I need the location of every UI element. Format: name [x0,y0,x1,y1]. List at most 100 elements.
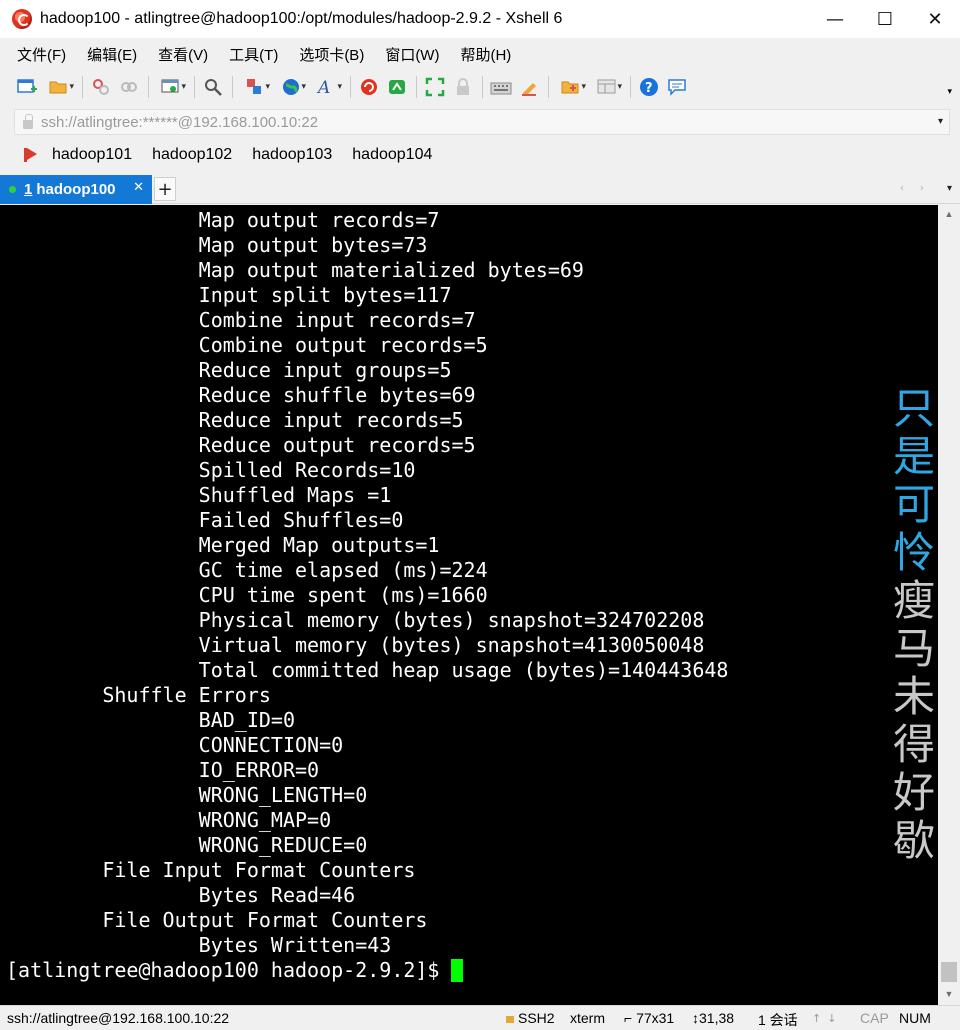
terminal-line: CPU time spent (ms)=1660 [6,583,488,607]
status-bar: ssh://atlingtree@192.168.100.10:22 SSH2 … [0,1005,960,1030]
terminal[interactable]: Map output records=7 Map output bytes=73… [0,205,938,1005]
watermark-char: 怜 [892,528,935,577]
status-size: ⌐ 77x31 [624,1010,675,1026]
cursor-position-icon: ↕ [692,1010,699,1026]
new-session-icon[interactable] [16,76,38,98]
terminal-line: Physical memory (bytes) snapshot=3247022… [6,608,705,632]
disconnect-icon[interactable] [90,76,112,98]
xftp-icon[interactable] [386,76,408,98]
address-dropdown-icon[interactable]: ▾ [938,116,943,127]
terminal-line: Reduce input records=5 [6,408,464,432]
new-tab-button[interactable]: + [154,177,176,201]
terminal-line: GC time elapsed (ms)=224 [6,558,488,582]
watermark-char: 未 [892,672,935,721]
tab-list-dropdown-icon[interactable]: ▾ [947,183,952,194]
terminal-line: Reduce output records=5 [6,433,476,457]
toolbar-overflow-icon[interactable]: ▾ [947,86,952,97]
quick-connect-hadoop104[interactable]: hadoop104 [352,146,432,164]
menu-file[interactable]: 文件(F) [14,42,69,67]
lock-icon[interactable] [452,76,474,98]
terminal-line: Bytes Written=43 [6,933,392,957]
tab-scroll-arrows[interactable]: ‹ › [900,181,930,194]
terminal-output: Map output records=7 Map output bytes=73… [6,208,728,983]
toolbar: A ? ▾ [0,70,960,104]
maximize-button[interactable]: ☐ [860,0,910,38]
terminal-line: File Output Format Counters [6,908,428,932]
layout-icon[interactable] [592,76,622,98]
highlighter-icon[interactable] [518,76,540,98]
terminal-line: IO_ERROR=0 [6,758,320,782]
scrollbar-thumb[interactable] [941,962,957,982]
globe-icon[interactable] [276,76,306,98]
watermark-char: 歇 [892,816,935,865]
lock-icon [23,113,33,129]
session-nav-arrows[interactable]: ↑↓ [812,1012,842,1025]
shell-prompt: [atlingtree@hadoop100 hadoop-2.9.2]$ [6,958,440,982]
menu-help[interactable]: 帮助(H) [457,42,514,67]
prompt-line: [atlingtree@hadoop100 hadoop-2.9.2]$ [6,958,728,983]
terminal-line: CONNECTION=0 [6,733,344,757]
terminal-line: Merged Map outputs=1 [6,533,440,557]
scroll-up-icon[interactable]: ▲ [938,205,960,223]
terminal-line: Input split bytes=117 [6,283,452,307]
toolbar-separator [148,76,149,98]
vertical-scrollbar[interactable]: ▲ ▼ [938,205,960,1005]
address-input[interactable] [41,113,921,131]
watermark-blue-text: 只是可怜 [890,385,938,577]
resize-icon: ⌐ [624,1010,633,1026]
toolbar-separator [194,76,195,98]
status-position: ↕31,38 [692,1010,735,1026]
close-tab-icon[interactable]: ✕ [133,180,144,195]
close-button[interactable]: ✕ [910,0,960,38]
quick-connect-hadoop102[interactable]: hadoop102 [152,146,232,164]
status-num: NUM [899,1010,931,1026]
quick-connect-hadoop101[interactable]: hadoop101 [52,146,132,164]
font-icon[interactable]: A [312,76,342,98]
toolbar-separator [482,76,483,98]
properties-icon[interactable] [156,76,186,98]
terminal-line: Reduce shuffle bytes=69 [6,383,476,407]
reconnect-icon[interactable] [118,76,140,98]
quick-connect-hadoop103[interactable]: hadoop103 [252,146,332,164]
watermark-char: 得 [892,720,935,769]
help-icon[interactable]: ? [638,76,660,98]
menu-tab[interactable]: 选项卡(B) [296,42,367,67]
quick-connect-bar: hadoop101 hadoop102 hadoop103 hadoop104 [0,140,960,170]
terminal-line: Map output bytes=73 [6,233,428,257]
watermark: 只是可怜 瘦马未得好歇 [890,385,938,865]
toolbar-separator [548,76,549,98]
xshell-app-icon [12,9,32,29]
keyboard-icon[interactable] [490,76,512,98]
tab-hadoop100[interactable]: 1 hadoop100 ✕ [0,175,152,204]
scroll-down-icon[interactable]: ▼ [938,985,960,1003]
status-connection: ssh://atlingtree@192.168.100.10:22 [7,1010,230,1026]
fullscreen-icon[interactable] [424,76,446,98]
terminal-line: Bytes Read=46 [6,883,356,907]
menu-view[interactable]: 查看(V) [155,42,211,67]
terminal-line: Total committed heap usage (bytes)=14044… [6,658,729,682]
new-tab-folder-icon[interactable] [556,76,586,98]
minimize-button[interactable]: — [810,0,860,38]
find-icon[interactable] [202,76,224,98]
menu-edit[interactable]: 编辑(E) [84,42,140,67]
chat-icon[interactable] [666,76,688,98]
tab-label: 1 hadoop100 [24,181,116,198]
tab-bar: 1 hadoop100 ✕ + ‹ › ▾ [0,175,960,204]
bookmark-icon [22,147,38,163]
address-bar: ▾ [14,109,950,135]
terminal-line: Map output records=7 [6,208,440,232]
terminal-line: Combine output records=5 [6,333,488,357]
toolbar-separator [416,76,417,98]
connected-status-icon [9,186,16,193]
toolbar-separator [630,76,631,98]
status-cap: CAP [860,1010,889,1026]
transfer-icon[interactable] [240,76,270,98]
terminal-line: BAD_ID=0 [6,708,295,732]
title-bar: hadoop100 - atlingtree@hadoop100:/opt/mo… [0,0,960,38]
terminal-cursor [451,959,464,982]
menu-tools[interactable]: 工具(T) [226,42,281,67]
xshell-logo-icon[interactable] [358,76,380,98]
menu-window[interactable]: 窗口(W) [382,42,442,67]
open-folder-icon[interactable] [44,76,74,98]
ssh-lock-icon [506,1015,514,1023]
